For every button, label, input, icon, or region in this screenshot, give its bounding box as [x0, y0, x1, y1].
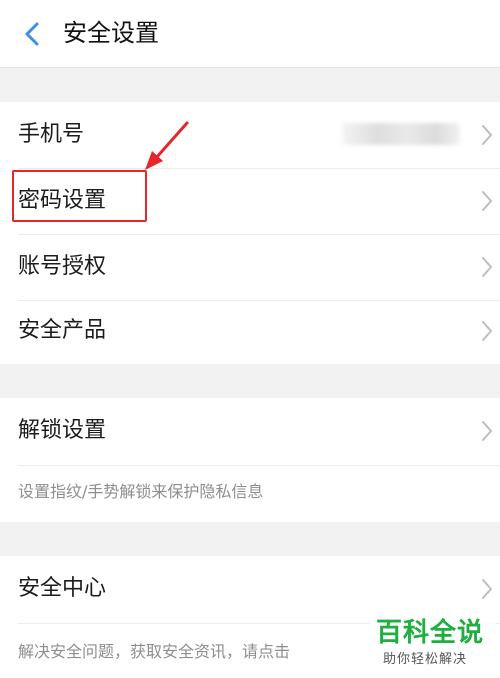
row-security-center[interactable]: 安全中心 [0, 556, 500, 622]
row-label: 密码设置 [18, 188, 107, 213]
back-button[interactable] [14, 18, 50, 50]
row-label: 安全中心 [18, 576, 107, 601]
chevron-right-icon [482, 191, 492, 211]
chevron-right-icon [482, 321, 492, 341]
row-unlock-settings[interactable]: 解锁设置 [0, 398, 500, 464]
phone-number-value-blurred [342, 123, 460, 145]
watermark-title: 百科全说 [376, 618, 485, 648]
top-bar: 安全设置 [0, 0, 500, 68]
watermark-subtitle: 助你轻松解决 [383, 652, 468, 667]
chevron-right-icon [482, 257, 492, 277]
back-chevron-icon [25, 22, 39, 46]
row-label: 账号授权 [18, 254, 107, 279]
unlock-settings-group: 解锁设置 设置指纹/手势解锁来保护隐私信息 [0, 398, 500, 522]
row-label: 解锁设置 [18, 418, 107, 443]
row-security-products[interactable]: 安全产品 [0, 298, 500, 364]
chevron-right-icon [482, 421, 492, 441]
chevron-right-icon [482, 579, 492, 599]
red-arrow-icon [145, 121, 189, 170]
chevron-right-icon [482, 125, 492, 145]
row-password-settings[interactable]: 密码设置 [0, 168, 500, 234]
page-title: 安全设置 [63, 19, 159, 47]
account-settings-group: 手机号 密码设置 账号授权 安全产品 [0, 102, 500, 364]
row-label: 安全产品 [18, 318, 107, 343]
row-account-authorization[interactable]: 账号授权 [0, 234, 500, 300]
row-label: 手机号 [18, 122, 85, 147]
row-phone-number[interactable]: 手机号 [0, 102, 500, 168]
security-center-description: 解决安全问题，获取安全资讯，请点击 [18, 642, 291, 661]
watermark-logo: 百科全说 助你轻松解决 [370, 615, 496, 675]
unlock-settings-description: 设置指纹/手势解锁来保护隐私信息 [18, 482, 264, 501]
divider [18, 465, 500, 466]
